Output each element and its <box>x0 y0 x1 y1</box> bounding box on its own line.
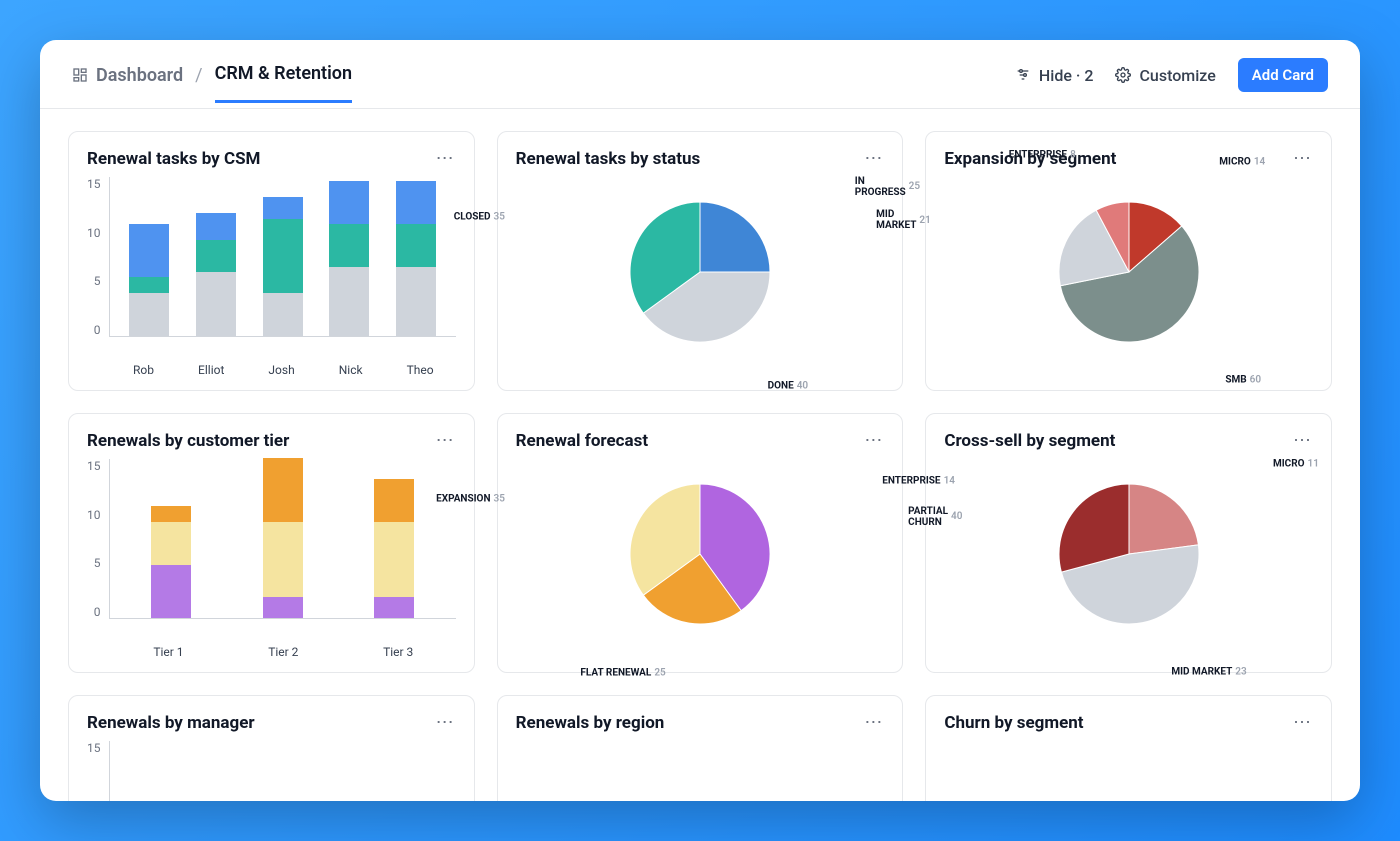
bar <box>329 181 369 336</box>
chart-area: IN PROGRESS 25DONE 40CLOSED 35 <box>516 177 885 380</box>
x-tick: Rob <box>133 363 154 377</box>
filter-icon <box>1015 67 1031 83</box>
card-menu-icon[interactable]: ⋯ <box>436 148 456 169</box>
pie-label: SMB 60 <box>1225 374 1261 385</box>
x-tick: Nick <box>339 363 363 377</box>
bar <box>263 458 303 618</box>
bar <box>263 197 303 336</box>
chart-card: Renewal tasks by status ⋯ IN PROGRESS 25… <box>497 131 904 391</box>
bar <box>196 213 236 336</box>
hide-button[interactable]: Hide · 2 <box>1015 66 1094 85</box>
card-title: Renewals by region <box>516 713 665 733</box>
hide-label: Hide · 2 <box>1039 66 1094 85</box>
breadcrumb-current-label: CRM & Retention <box>215 63 352 84</box>
card-title: Renewal tasks by status <box>516 149 701 169</box>
card-menu-icon[interactable]: ⋯ <box>864 712 884 733</box>
pie-label: DONE 40 <box>768 381 809 392</box>
dashboard-icon <box>72 67 88 83</box>
chart-card: Cross-sell by segment ⋯ MICRO 11MID MARK… <box>925 413 1332 673</box>
pie-wrap: MICRO 14SMB 60MID MARKET 21ENTERPRISE 8 <box>944 177 1313 367</box>
breadcrumb: Dashboard / CRM & Retention <box>72 63 352 103</box>
chart-card: Churn by segment ⋯ <box>925 695 1332 801</box>
pie-wrap: IN PROGRESS 25DONE 40CLOSED 35 <box>516 177 885 367</box>
x-tick: Josh <box>268 363 294 377</box>
breadcrumb-current[interactable]: CRM & Retention <box>215 63 352 103</box>
card-title: Renewals by manager <box>87 713 255 733</box>
y-axis: 151050 <box>87 459 109 619</box>
chart-area: PARTIAL CHURN 40FLAT RENEWAL 25EXPANSION… <box>516 459 885 662</box>
bar <box>129 224 169 336</box>
chart-area: MICRO 11MID MARKET 23ENTERPRISE 14 <box>944 459 1313 662</box>
header: Dashboard / CRM & Retention Hide · 2 Cus… <box>40 40 1360 109</box>
pie-label: FLAT RENEWAL 25 <box>580 667 665 678</box>
pie-label: MID MARKET 23 <box>1171 667 1246 678</box>
card-title: Renewal tasks by CSM <box>87 149 260 169</box>
x-tick: Theo <box>407 363 434 377</box>
app-window: Dashboard / CRM & Retention Hide · 2 Cus… <box>40 40 1360 801</box>
plot <box>109 459 456 619</box>
card-menu-icon[interactable]: ⋯ <box>864 430 884 451</box>
chart-card: Renewal forecast ⋯ PARTIAL CHURN 40FLAT … <box>497 413 904 673</box>
breadcrumb-sep: / <box>195 65 202 102</box>
pie-label: IN PROGRESS 25 <box>855 176 920 198</box>
x-tick: Tier 2 <box>268 645 298 659</box>
card-title: Renewals by customer tier <box>87 431 289 451</box>
card-menu-icon[interactable]: ⋯ <box>864 148 884 169</box>
chart-area <box>944 741 1313 801</box>
bar <box>374 479 414 618</box>
pie-wrap: MICRO 11MID MARKET 23ENTERPRISE 14 <box>944 459 1313 649</box>
card-menu-icon[interactable]: ⋯ <box>436 430 456 451</box>
card-title: Churn by segment <box>944 713 1083 733</box>
x-tick: Tier 1 <box>153 645 183 659</box>
pie-label: EXPANSION 35 <box>436 494 505 505</box>
pie-label: MID MARKET 21 <box>876 209 931 231</box>
add-card-button[interactable]: Add Card <box>1238 58 1328 92</box>
chart-card: Expansion by segment ⋯ MICRO 14SMB 60MID… <box>925 131 1332 391</box>
gear-icon <box>1115 67 1131 83</box>
pie-wrap: PARTIAL CHURN 40FLAT RENEWAL 25EXPANSION… <box>516 459 885 649</box>
bar <box>396 181 436 336</box>
chart-area: 15 <box>87 741 456 801</box>
card-menu-icon[interactable]: ⋯ <box>1293 430 1313 451</box>
breadcrumb-root-label: Dashboard <box>96 65 183 86</box>
pie-label: MICRO 11 <box>1273 458 1319 469</box>
header-actions: Hide · 2 Customize Add Card <box>1015 58 1328 108</box>
customize-label: Customize <box>1139 66 1215 85</box>
x-tick: Elliot <box>198 363 224 377</box>
chart-area: MICRO 14SMB 60MID MARKET 21ENTERPRISE 8 <box>944 177 1313 380</box>
x-axis: Tier 1 Tier 2 Tier 3 <box>87 645 456 659</box>
chart-card: Renewal tasks by CSM ⋯ 151050 Rob Elliot J… <box>68 131 475 391</box>
card-title: Renewal forecast <box>516 431 648 451</box>
pie-label: MICRO 14 <box>1219 157 1265 168</box>
card-menu-icon[interactable]: ⋯ <box>1293 148 1313 169</box>
chart-area: 151050 Tier 1 Tier 2 Tier 3 <box>87 459 456 662</box>
pie-label: CLOSED 35 <box>454 212 505 223</box>
pie-label: ENTERPRISE 14 <box>882 475 955 486</box>
card-menu-icon[interactable]: ⋯ <box>436 712 456 733</box>
chart-area: 151050 Rob Elliot Josh Nick Theo <box>87 177 456 380</box>
customize-button[interactable]: Customize <box>1115 66 1215 85</box>
card-title: Cross-sell by segment <box>944 431 1115 451</box>
chart-card: Renewals by manager ⋯ 15 <box>68 695 475 801</box>
chart-card: Renewals by region ⋯ <box>497 695 904 801</box>
card-menu-icon[interactable]: ⋯ <box>1293 712 1313 733</box>
plot <box>109 177 456 337</box>
breadcrumb-root[interactable]: Dashboard <box>72 65 183 102</box>
chart-card: Renewals by customer tier ⋯ 151050 Tier … <box>68 413 475 673</box>
chart-area <box>516 741 885 801</box>
dashboard-grid: Renewal tasks by CSM ⋯ 151050 Rob Elliot J… <box>40 109 1360 801</box>
x-tick: Tier 3 <box>383 645 413 659</box>
y-axis: 151050 <box>87 177 109 337</box>
pie-label: ENTERPRISE 8 <box>1009 150 1076 161</box>
add-card-label: Add Card <box>1252 66 1314 84</box>
bar <box>151 506 191 618</box>
x-axis: Rob Elliot Josh Nick Theo <box>87 363 456 377</box>
